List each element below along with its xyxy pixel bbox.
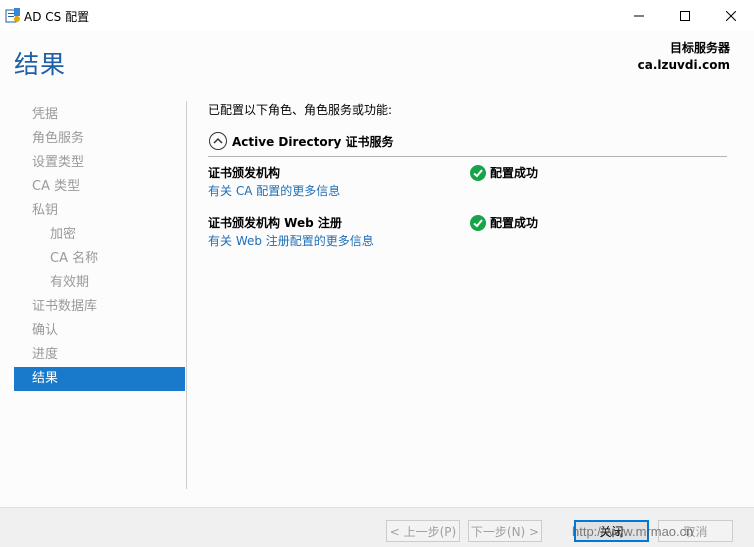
success-check-icon [470,164,486,181]
app-icon [5,8,20,23]
minimize-button[interactable] [616,0,662,31]
minimize-icon [634,15,644,16]
section-header[interactable]: Active Directory 证书服务 [208,131,727,157]
maximize-icon [680,10,690,21]
nav-item-credentials[interactable]: 凭据 [14,103,185,127]
nav-item-confirmation[interactable]: 确认 [14,319,185,343]
result-row: 证书颁发机构 Web 注册 有关 Web 注册配置的更多信息 配置成功 [208,214,728,250]
title-bar: AD CS 配置 [0,0,754,31]
close-window-button[interactable] [708,0,754,31]
result-row: 证书颁发机构 有关 CA 配置的更多信息 配置成功 [208,164,728,200]
status-indicator: 配置成功 [470,164,538,181]
nav-item-validity-period[interactable]: 有效期 [14,271,185,295]
nav-divider [186,101,187,489]
target-server-value: ca.lzuvdi.com [637,58,730,72]
page-title: 结果 [14,50,67,79]
more-info-link[interactable]: 有关 CA 配置的更多信息 [208,182,340,199]
wizard-body: 凭据 角色服务 设置类型 CA 类型 私钥 加密 CA 名称 有效期 证书数据库… [0,91,754,507]
previous-button[interactable]: < 上一步(P) [386,520,460,542]
page-header: 结果 目标服务器 ca.lzuvdi.com [0,31,754,91]
success-check-icon [470,214,486,231]
ad-cs-config-window: AD CS 配置 结果 目标服务器 ca.lzuvdi.com 凭据 角色服务 … [0,0,754,547]
nav-item-certificate-database[interactable]: 证书数据库 [14,295,185,319]
nav-item-role-services[interactable]: 角色服务 [14,127,185,151]
nav-item-ca-type[interactable]: CA 类型 [14,175,185,199]
nav-item-private-key[interactable]: 私钥 [14,199,185,223]
window-title: AD CS 配置 [24,10,90,24]
target-server-label: 目标服务器 [669,41,730,55]
nav-item-results[interactable]: 结果 [14,367,185,391]
status-indicator: 配置成功 [470,214,538,231]
nav-item-cryptography[interactable]: 加密 [14,223,185,247]
chevron-up-icon[interactable] [209,132,227,150]
result-row-name: 证书颁发机构 Web 注册 [208,216,342,230]
cancel-button[interactable]: 取消 [658,520,733,542]
status-text: 配置成功 [490,166,539,180]
nav-item-progress[interactable]: 进度 [14,343,185,367]
next-button[interactable]: 下一步(N) > [468,520,542,542]
result-row-name: 证书颁发机构 [208,166,281,180]
intro-text: 已配置以下角色、角色服务或功能: [208,103,393,117]
section-title: Active Directory 证书服务 [232,135,394,149]
nav-item-setup-type[interactable]: 设置类型 [14,151,185,175]
wizard-footer: < 上一步(P) 下一步(N) > 关闭 取消 [0,507,754,547]
maximize-button[interactable] [662,0,708,31]
results-content: 已配置以下角色、角色服务或功能: Active Directory 证书服务 证… [208,101,728,248]
nav-item-ca-name[interactable]: CA 名称 [14,247,185,271]
status-text: 配置成功 [490,216,539,230]
more-info-link[interactable]: 有关 Web 注册配置的更多信息 [208,232,374,249]
wizard-nav: 凭据 角色服务 设置类型 CA 类型 私钥 加密 CA 名称 有效期 证书数据库… [14,103,185,391]
close-button[interactable]: 关闭 [574,520,649,542]
close-icon [726,10,736,21]
